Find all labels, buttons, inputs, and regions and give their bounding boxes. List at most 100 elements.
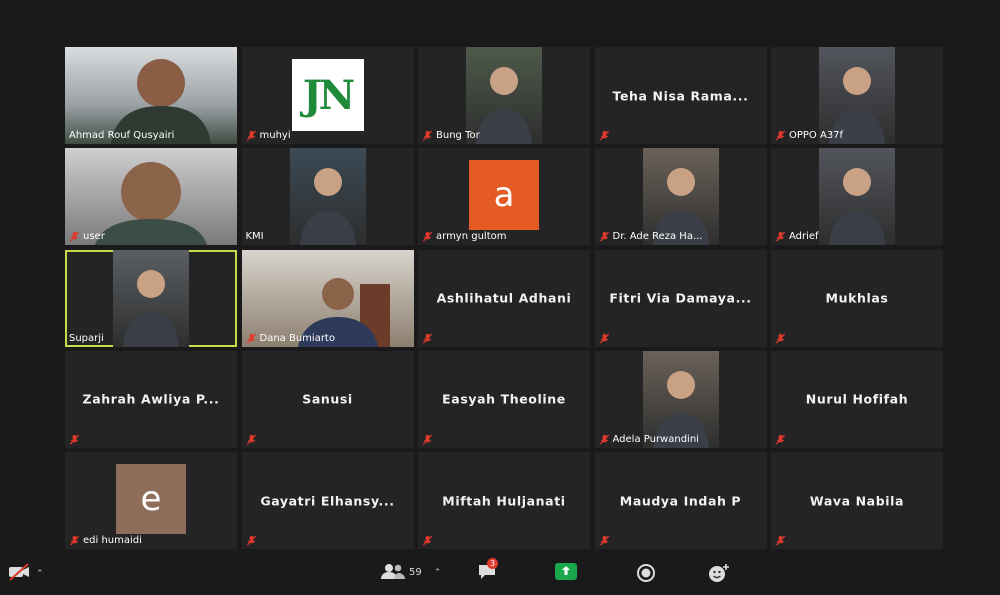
participant-tile[interactable]: Gayatri Elhansy... <box>241 452 414 549</box>
participant-tile[interactable]: Zahrah Awliya P... <box>65 350 237 448</box>
video-feed <box>819 148 895 246</box>
muted-mic-icon <box>775 231 786 242</box>
participant-name: Wava Nabila <box>809 493 905 508</box>
participant-label <box>599 535 610 546</box>
participant-tile[interactable]: OPPO A37f <box>771 47 943 144</box>
participant-tile[interactable]: Ashlihatul Adhani <box>418 249 590 347</box>
participant-tile[interactable]: Sanusi <box>241 350 414 448</box>
participant-label: muhyi <box>246 130 291 141</box>
participant-name: Sanusi <box>302 391 353 407</box>
participant-name: Gayatri Elhansy... <box>260 493 395 508</box>
participant-label <box>599 332 610 344</box>
reactions-control[interactable] <box>708 563 730 586</box>
participant-tile[interactable]: Nurul Hofifah <box>771 350 943 448</box>
avatar: e <box>116 464 186 534</box>
muted-mic-icon <box>246 535 257 546</box>
avatar: a <box>469 160 539 231</box>
reactions-icon <box>708 563 730 586</box>
participant-label <box>422 332 433 344</box>
chat-unread-badge: 3 <box>487 558 499 569</box>
participant-name: KMI <box>245 231 264 243</box>
stop-video-control[interactable]: ⌃ <box>8 563 44 584</box>
share-screen-icon <box>555 563 577 583</box>
participant-tile[interactable]: Ahmad Rouf Qusyairi <box>65 47 237 144</box>
participant-label: armyn gultom <box>422 231 506 242</box>
video-feed <box>113 249 189 347</box>
participants-options-caret[interactable]: ⌃ <box>434 568 442 578</box>
share-screen-control[interactable] <box>555 563 577 583</box>
muted-mic-icon <box>775 332 786 344</box>
record-icon <box>636 563 656 586</box>
participant-tile[interactable]: a armyn gultom <box>418 148 590 246</box>
participant-label <box>246 535 257 546</box>
participant-tile[interactable]: Fitri Via Damaya... <box>594 249 767 347</box>
participant-name: OPPO A37f <box>789 130 844 141</box>
participants-icon <box>381 563 405 582</box>
muted-mic-icon <box>69 231 80 242</box>
chat-control[interactable]: 3 <box>477 558 499 584</box>
participant-name: Adela Purwandini <box>612 433 699 445</box>
participant-tile[interactable]: Wava Nabila <box>771 452 943 549</box>
participant-tile[interactable]: JN muhyi <box>241 47 414 144</box>
meeting-toolbar: ⌃ 59 ⌃ 3 <box>0 555 1000 595</box>
participant-name: Easyah Theoline <box>442 391 566 407</box>
participant-tile[interactable]: user <box>65 148 237 246</box>
muted-mic-icon <box>422 130 433 141</box>
muted-mic-icon <box>775 130 786 141</box>
muted-mic-icon <box>599 332 610 344</box>
participant-tile[interactable]: e edi humaidi <box>65 452 237 549</box>
participant-label: Dr. Ade Reza Ha... <box>599 231 703 242</box>
record-control[interactable] <box>636 563 656 586</box>
participant-label <box>246 434 257 445</box>
participant-label: KMI <box>246 231 264 242</box>
participant-tile[interactable]: Dana Bumiarto <box>241 249 414 347</box>
participant-label: Suparji <box>69 333 104 344</box>
participant-name: edi humaidi <box>83 535 142 546</box>
participant-name: Ahmad Rouf Qusyairi <box>69 130 175 141</box>
video-off-icon <box>8 563 32 584</box>
participant-name: Teha Nisa Rama... <box>612 88 749 103</box>
participant-label: OPPO A37f <box>775 130 843 141</box>
video-grid: Ahmad Rouf Qusyairi JN muhyi Bung Tor Teha N… <box>65 47 943 549</box>
participant-tile[interactable]: Easyah Theoline <box>418 350 590 448</box>
muted-mic-icon <box>775 434 786 445</box>
participant-tile[interactable]: Bung Tor <box>418 47 590 144</box>
participants-control[interactable]: 59 ⌃ <box>381 563 441 582</box>
participant-label: Dana Bumiarto <box>246 333 335 344</box>
participant-tile[interactable]: Suparji <box>65 249 237 347</box>
muted-mic-icon <box>599 231 610 242</box>
participant-tile[interactable]: Adela Purwandini <box>594 350 767 448</box>
participant-name: Dr. Ade Reza Ha... <box>612 231 703 243</box>
participant-label: Bung Tor <box>422 130 480 141</box>
participant-name: Bung Tor <box>436 130 480 141</box>
participant-tile[interactable]: Dr. Ade Reza Ha... <box>594 148 767 246</box>
muted-mic-icon <box>422 231 433 242</box>
muted-mic-icon <box>246 434 257 445</box>
video-feed <box>289 148 366 246</box>
participant-tile[interactable]: Teha Nisa Rama... <box>594 47 767 144</box>
muted-mic-icon <box>69 535 80 546</box>
participant-name: Miftah Huljanati <box>442 493 566 508</box>
participant-label <box>422 535 433 546</box>
participant-name: Ashlihatul Adhani <box>436 290 572 306</box>
participant-tile[interactable]: Miftah Huljanati <box>418 452 590 549</box>
participant-label <box>775 434 786 445</box>
participant-tile[interactable]: Mukhlas <box>771 249 943 347</box>
participant-label: Adrief <box>775 231 819 242</box>
participants-count: 59 <box>409 567 422 578</box>
video-options-caret[interactable]: ⌃ <box>36 569 44 579</box>
participant-name: Maudya Indah P <box>619 493 742 508</box>
participant-name: Zahrah Awliya P... <box>82 391 220 407</box>
participant-label: Adela Purwandini <box>599 434 699 445</box>
participant-tile[interactable]: KMI <box>241 148 414 246</box>
muted-mic-icon <box>599 130 610 141</box>
participant-label <box>775 535 786 546</box>
muted-mic-icon <box>599 535 610 546</box>
participant-label: user <box>69 231 105 242</box>
muted-mic-icon <box>775 535 786 546</box>
participant-name: Nurul Hofifah <box>805 391 909 407</box>
participant-tile[interactable]: Maudya Indah P <box>594 452 767 549</box>
participant-name: Adrief <box>789 231 819 243</box>
participant-name: Fitri Via Damaya... <box>609 290 752 306</box>
participant-tile[interactable]: Adrief <box>771 148 943 246</box>
